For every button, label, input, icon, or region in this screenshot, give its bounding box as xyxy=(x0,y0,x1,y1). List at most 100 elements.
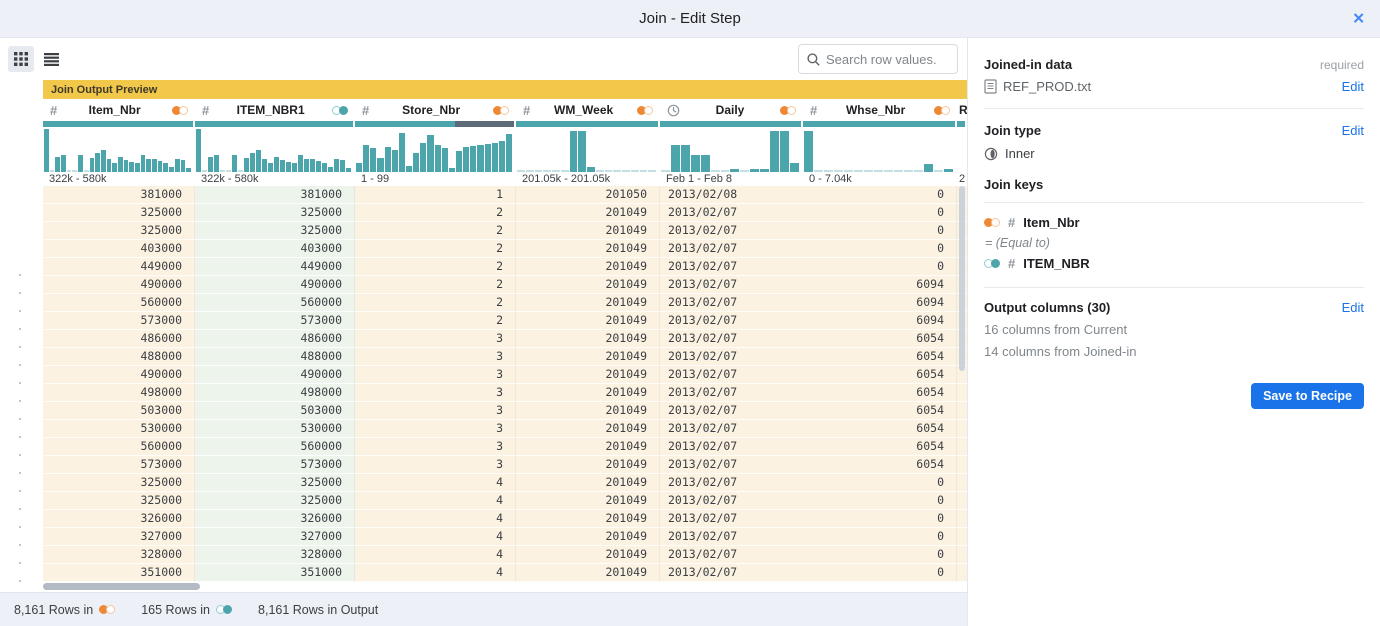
required-badge: required xyxy=(1320,58,1364,72)
search-box xyxy=(798,44,958,74)
table-cell: 6054 xyxy=(803,348,957,366)
table-cell: 3 xyxy=(355,456,516,474)
horizontal-scrollbar[interactable] xyxy=(43,583,200,590)
histogram-bar xyxy=(780,131,789,172)
table-cell: 4 xyxy=(355,510,516,528)
close-icon[interactable]: ✕ xyxy=(1352,11,1365,26)
edit-joined-in-data-link[interactable]: Edit xyxy=(1342,79,1364,94)
number-type-icon: # xyxy=(362,103,369,118)
column-cells: 3810003250003250004030004490004900005600… xyxy=(43,186,195,582)
histogram-bar xyxy=(499,141,505,172)
histogram-bar xyxy=(146,159,151,172)
column-histogram[interactable] xyxy=(43,127,193,172)
join-output-preview-banner: Join Output Preview xyxy=(43,80,967,99)
edit-output-columns-link[interactable]: Edit xyxy=(1342,300,1364,315)
table-cell: 4 xyxy=(355,546,516,564)
table-cell: 201049 xyxy=(516,384,660,402)
row-marker xyxy=(0,464,43,482)
table-cell: 0 xyxy=(803,546,957,564)
table-cell: 573000 xyxy=(195,312,355,330)
table-cell: 449000 xyxy=(43,258,195,276)
table-cell: 0 xyxy=(803,564,957,582)
column-header-Store_Nbr[interactable]: # Store_Nbr xyxy=(355,99,516,121)
table-cell: 326000 xyxy=(43,510,195,528)
column-header-Item_Nbr[interactable]: # Item_Nbr xyxy=(43,99,195,121)
column-histogram[interactable] xyxy=(803,127,955,172)
left-dataset-dots-icon xyxy=(934,106,950,115)
table-cell: 201049 xyxy=(516,420,660,438)
table-cell: 327000 xyxy=(195,528,355,546)
table-cell xyxy=(957,528,967,546)
row-marker xyxy=(0,536,43,554)
table-cell: 490000 xyxy=(43,366,195,384)
column-histogram[interactable] xyxy=(195,127,353,172)
column-WM_Week: # WM_Week 201.05k - 201.05k 201050201049… xyxy=(516,99,660,582)
table-cell: 4 xyxy=(355,474,516,492)
column-header-Daily[interactable]: Daily xyxy=(660,99,803,121)
histogram-bar xyxy=(232,155,237,172)
table-cell: 6054 xyxy=(803,402,957,420)
row-marker xyxy=(0,518,43,536)
list-view-button[interactable] xyxy=(38,46,64,72)
table-cell: 6054 xyxy=(803,438,957,456)
column-histogram[interactable] xyxy=(660,127,801,172)
row-marker xyxy=(0,302,43,320)
histogram-bar xyxy=(141,155,146,172)
table-cell: 327000 xyxy=(43,528,195,546)
number-type-icon: # xyxy=(1008,256,1015,271)
table-cell: 3 xyxy=(355,402,516,420)
vertical-scrollbar[interactable] xyxy=(959,186,965,371)
table-cell: 201049 xyxy=(516,528,660,546)
histogram-bar xyxy=(112,163,117,172)
column-range-label: Feb 1 - Feb 8 xyxy=(660,172,803,186)
histogram-bar xyxy=(158,161,163,172)
join-edit-step-dialog: Join - Edit Step ✕ xyxy=(0,0,1380,626)
table-cell: 2 xyxy=(355,240,516,258)
dialog-header: Join - Edit Step ✕ xyxy=(0,0,1380,38)
search-input[interactable] xyxy=(826,52,949,67)
join-key-left-name: Item_Nbr xyxy=(1023,215,1079,230)
column-range-label: 322k - 580k xyxy=(43,172,195,186)
column-header-Whse_Nbr[interactable]: # Whse_Nbr xyxy=(803,99,957,121)
table-cell: 2 xyxy=(355,204,516,222)
histogram-bar xyxy=(463,147,469,172)
row-marker xyxy=(0,356,43,374)
table-cell: 2 xyxy=(355,312,516,330)
histogram-bar xyxy=(340,160,345,172)
table-cell: 201049 xyxy=(516,330,660,348)
grid-view-button[interactable] xyxy=(8,46,34,72)
left-dataset-dots-icon xyxy=(984,218,1000,227)
table-cell: 498000 xyxy=(195,384,355,402)
number-type-icon: # xyxy=(50,103,57,118)
output-columns-joined-count: 14 columns from Joined-in xyxy=(984,344,1364,359)
row-gutter xyxy=(0,266,43,582)
table-cell: 201049 xyxy=(516,204,660,222)
column-Whse_Nbr: # Whse_Nbr 0 - 7.04k 0000060946094609460… xyxy=(803,99,957,582)
column-histogram[interactable] xyxy=(516,127,658,172)
left-dataset-dots-icon xyxy=(172,106,188,115)
histogram-bar xyxy=(250,153,255,172)
histogram-bar xyxy=(304,159,309,172)
row-marker xyxy=(0,284,43,302)
column-name: Item_Nbr xyxy=(61,103,168,117)
table-cell: 573000 xyxy=(43,312,195,330)
table-cell: 4 xyxy=(355,564,516,582)
table-cell xyxy=(957,438,967,456)
column-histogram[interactable] xyxy=(355,127,514,172)
table-cell: 325000 xyxy=(43,204,195,222)
histogram-bar xyxy=(924,164,933,172)
save-to-recipe-button[interactable]: Save to Recipe xyxy=(1251,383,1364,409)
column-header-ITEM_NBR1[interactable]: # ITEM_NBR1 xyxy=(195,99,355,121)
table-cell: 0 xyxy=(803,240,957,258)
column-range-label: 1 - 99 xyxy=(355,172,516,186)
table-cell: 3 xyxy=(355,438,516,456)
column-header-WM_Week[interactable]: # WM_Week xyxy=(516,99,660,121)
column-name: WM_Week xyxy=(534,103,633,117)
column-name: Whse_Nbr xyxy=(821,103,930,117)
output-columns-label: Output columns (30) xyxy=(984,300,1110,315)
table-cell xyxy=(957,546,967,564)
histogram-bar xyxy=(456,151,462,172)
table-cell: 201050 xyxy=(516,186,660,204)
edit-join-type-link[interactable]: Edit xyxy=(1342,123,1364,138)
table-cell: 351000 xyxy=(195,564,355,582)
